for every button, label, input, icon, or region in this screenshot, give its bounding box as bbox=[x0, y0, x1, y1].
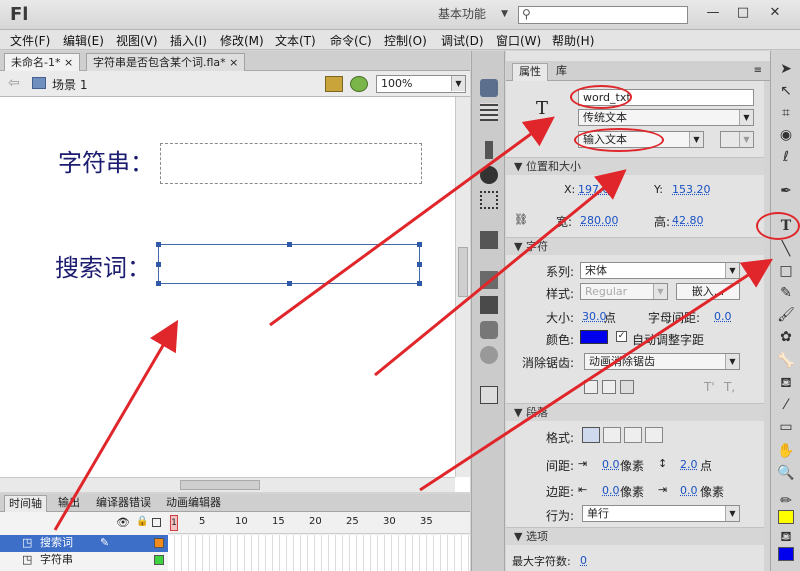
arrow-to-instance-name bbox=[269, 116, 555, 327]
annotation-arrows bbox=[53, 116, 774, 531]
arrow-to-stage bbox=[53, 319, 179, 531]
arrow-to-text-type bbox=[374, 169, 627, 377]
